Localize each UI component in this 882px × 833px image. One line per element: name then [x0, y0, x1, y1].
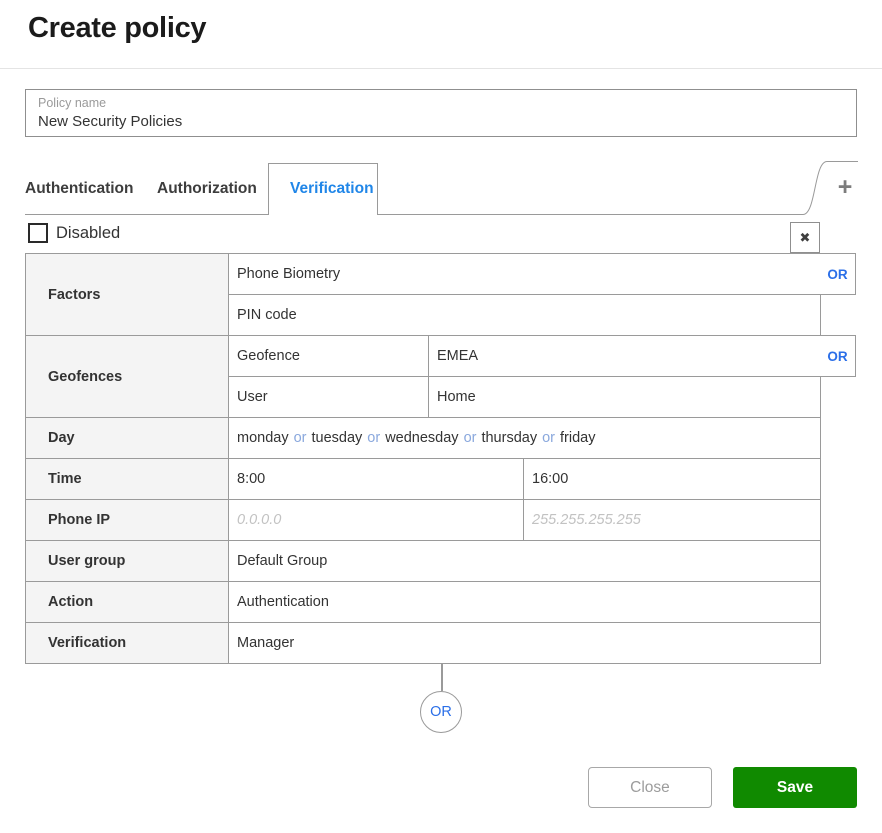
action-label: Action	[25, 581, 229, 623]
table-row: Day monday or tuesday or wednesday or thursday…	[25, 417, 821, 459]
user-group-value[interactable]: Default Group	[228, 540, 821, 582]
or-connector-circle[interactable]: OR	[420, 691, 462, 733]
save-button[interactable]: Save	[733, 767, 857, 808]
day-tuesday: tuesday	[311, 430, 363, 446]
phone-ip-to-cell[interactable]: 255.255.255.255	[523, 499, 821, 541]
phone-ip-from-placeholder: 0.0.0.0	[237, 512, 282, 528]
plus-icon: +	[837, 173, 853, 201]
action-value[interactable]: Authentication	[228, 581, 821, 623]
disabled-checkbox-label: Disabled	[56, 224, 121, 242]
day-or-separator: or	[542, 430, 555, 446]
policy-name-value[interactable]: New Security Policies	[38, 113, 844, 130]
verification-label: Verification	[25, 622, 229, 664]
factors-value-2[interactable]: PIN code	[228, 294, 821, 336]
day-wednesday: wednesday	[385, 430, 459, 446]
tab-verification[interactable]: Verification	[290, 180, 374, 198]
factors-or-connector[interactable]: OR	[820, 253, 856, 295]
time-from-cell[interactable]: 8:00	[228, 458, 524, 500]
day-or-separator: or	[367, 430, 381, 446]
section-close-button[interactable]: ✖	[790, 222, 820, 253]
day-values-cell[interactable]: monday or tuesday or wednesday or thursday or fr…	[228, 417, 821, 459]
table-row: Geofences Geofence EMEA	[25, 335, 821, 418]
page-title: Create policy	[28, 12, 207, 44]
table-row: Verification Manager	[25, 622, 821, 664]
day-or-separator: or	[463, 430, 477, 446]
tab-authorization[interactable]: Authorization	[157, 180, 257, 198]
phone-ip-to-placeholder: 255.255.255.255	[532, 512, 641, 528]
policy-rules-table: Factors Phone Biometry PIN code Geofence…	[25, 253, 821, 664]
policy-name-label: Policy name	[38, 96, 107, 110]
day-or-separator: or	[293, 430, 307, 446]
table-row: Phone IP 0.0.0.0 255.255.255.255	[25, 499, 821, 541]
day-label: Day	[25, 417, 229, 459]
verification-value[interactable]: Manager	[228, 622, 821, 664]
geofences-label: Geofences	[25, 335, 229, 418]
close-icon: ✖	[799, 229, 811, 245]
factors-value-1[interactable]: Phone Biometry	[228, 253, 821, 295]
phone-ip-label: Phone IP	[25, 499, 229, 541]
table-row: User group Default Group	[25, 540, 821, 582]
geofence-type-2[interactable]: User	[228, 376, 429, 418]
time-label: Time	[25, 458, 229, 500]
time-to-cell[interactable]: 16:00	[523, 458, 821, 500]
header-divider	[0, 68, 882, 69]
tabbar-outline	[25, 161, 858, 215]
close-button[interactable]: Close	[588, 767, 712, 808]
table-row: Time 8:00 16:00	[25, 458, 821, 500]
disabled-checkbox[interactable]	[28, 223, 48, 243]
geofences-or-connector[interactable]: OR	[820, 335, 856, 377]
day-friday: friday	[560, 430, 596, 446]
user-group-label: User group	[25, 540, 229, 582]
day-thursday: thursday	[481, 430, 538, 446]
tab-authentication[interactable]: Authentication	[25, 180, 134, 198]
day-monday: monday	[237, 430, 289, 446]
policy-name-field[interactable]: Policy name New Security Policies	[25, 89, 857, 137]
geofence-value-2[interactable]: Home	[428, 376, 821, 418]
phone-ip-from-cell[interactable]: 0.0.0.0	[228, 499, 524, 541]
geofence-type-1[interactable]: Geofence	[228, 335, 429, 377]
table-row: Factors Phone Biometry	[25, 253, 821, 336]
or-connector-line	[441, 664, 443, 691]
table-row: Action Authentication	[25, 581, 821, 623]
add-tab-button[interactable]: +	[832, 173, 858, 201]
factors-label: Factors	[25, 253, 229, 336]
geofence-value-1[interactable]: EMEA	[428, 335, 821, 377]
